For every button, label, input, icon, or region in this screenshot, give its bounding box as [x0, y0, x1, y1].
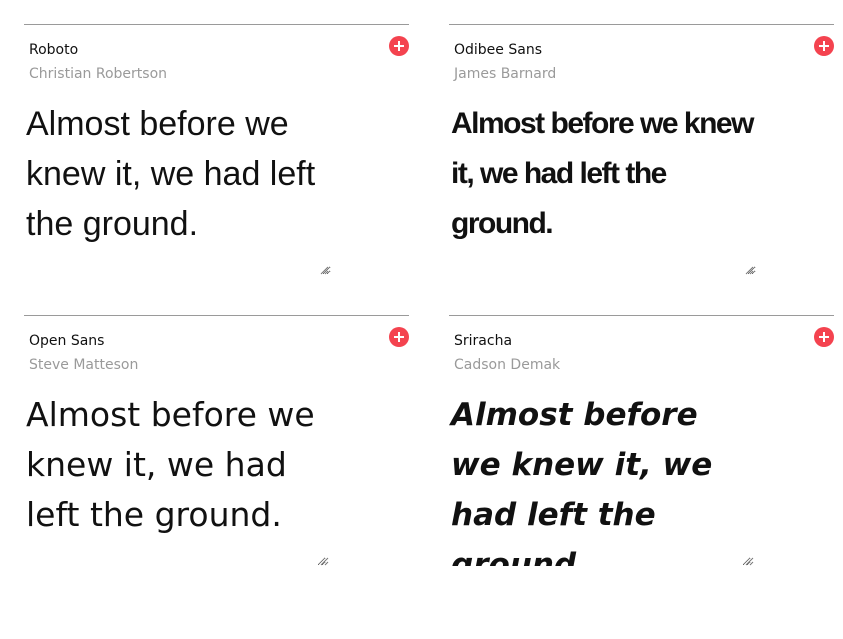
font-designer: Cadson Demak — [454, 357, 561, 373]
plus-icon — [394, 332, 404, 342]
sample-text-input[interactable]: Almost before we knew it, we had left th… — [449, 99, 756, 275]
font-card-odibee-sans: Odibee Sans James Barnard Almost before … — [449, 24, 834, 294]
font-name: Roboto — [29, 42, 79, 58]
add-font-button[interactable] — [814, 327, 834, 347]
font-name: Sriracha — [454, 333, 513, 349]
font-name: Odibee Sans — [454, 42, 542, 58]
plus-icon — [819, 41, 829, 51]
font-designer: James Barnard — [454, 66, 557, 82]
plus-icon — [394, 41, 404, 51]
font-designer: Christian Robertson — [29, 66, 168, 82]
font-name: Open Sans — [29, 333, 105, 349]
add-font-button[interactable] — [814, 36, 834, 56]
font-card-open-sans: Open Sans Steve Matteson Almost before w… — [24, 315, 409, 585]
sample-text-input[interactable]: Almost before we knew it, we had left th… — [449, 390, 751, 566]
add-font-button[interactable] — [389, 36, 409, 56]
plus-icon — [819, 332, 829, 342]
sample-text-input[interactable]: Almost before we knew it, we had left th… — [24, 99, 331, 275]
sample-text-input[interactable]: Almost before we knew it, we had left th… — [24, 390, 326, 566]
add-font-button[interactable] — [389, 327, 409, 347]
font-card-sriracha: Sriracha Cadson Demak Almost before we k… — [449, 315, 834, 585]
font-designer: Steve Matteson — [29, 357, 139, 373]
font-card-roboto: Roboto Christian Robertson Almost before… — [24, 24, 409, 294]
